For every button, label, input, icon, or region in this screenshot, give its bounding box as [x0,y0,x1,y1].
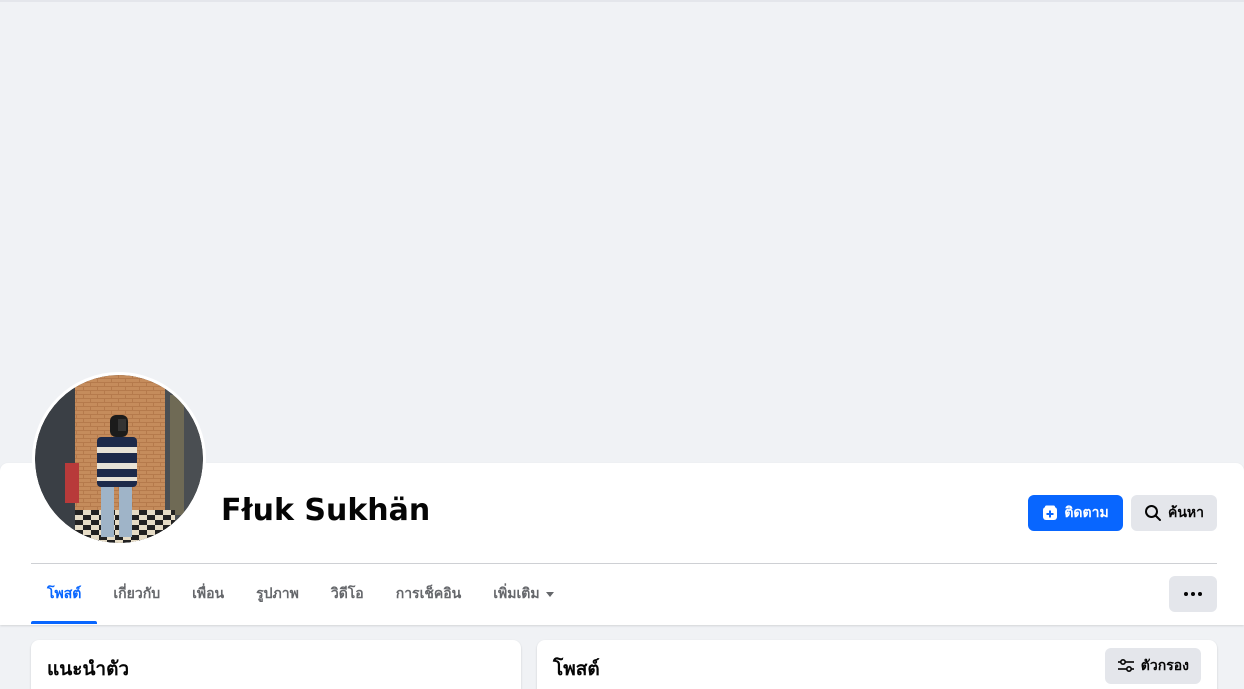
posts-title: โพสต์ [553,658,600,680]
tab-label: การเช็คอิน [395,586,462,602]
tab-more[interactable]: เพิ่มเติม [477,564,569,624]
follow-label: ติดตาม [1064,505,1109,521]
intro-card: แนะนำตัว [31,640,521,689]
profile-avatar[interactable] [32,372,206,546]
profile-name: Fłuk Sukhän [221,493,431,528]
profile-tabs: โพสต์ เกี่ยวกับ เพื่อน รูปภาพ วิดีโอ การ… [31,564,570,624]
tab-posts[interactable]: โพสต์ [31,564,98,624]
more-dots-icon [1198,592,1202,596]
avatar-photo [35,375,203,543]
tab-label: เกี่ยวกับ [113,586,161,602]
more-options-button[interactable] [1169,576,1217,612]
tab-checkins[interactable]: การเช็คอิน [380,564,478,624]
search-label: ค้นหา [1167,505,1205,521]
more-dots-icon [1191,592,1195,596]
more-dots-icon [1184,592,1188,596]
search-icon [1144,505,1161,521]
tab-photos[interactable]: รูปภาพ [240,564,315,624]
profile-page: Fłuk Sukhän ติดตาม ค้นหา โพสต์ เกี่ยวกับ… [0,0,1244,689]
filter-button[interactable]: ตัวกรอง [1104,648,1201,684]
tab-label: รูปภาพ [256,586,299,602]
follow-button[interactable]: ติดตาม [1028,495,1123,531]
chevron-down-icon [545,592,554,597]
posts-card: โพสต์ ตัวกรอง [537,640,1217,689]
tab-label: โพสต์ [47,586,82,602]
filter-label: ตัวกรอง [1140,658,1189,674]
tab-about[interactable]: เกี่ยวกับ [97,564,176,624]
tab-label: เพิ่มเติม [493,586,540,602]
follow-plus-icon [1043,505,1058,520]
cover-photo[interactable] [0,0,1244,463]
tab-label: วิดีโอ [330,586,364,602]
tab-friends[interactable]: เพื่อน [176,564,240,624]
tab-videos[interactable]: วิดีโอ [315,564,380,624]
tab-label: เพื่อน [192,586,225,602]
filter-sliders-icon [1117,658,1134,673]
search-button[interactable]: ค้นหา [1131,495,1217,531]
intro-title: แนะนำตัว [47,658,130,680]
